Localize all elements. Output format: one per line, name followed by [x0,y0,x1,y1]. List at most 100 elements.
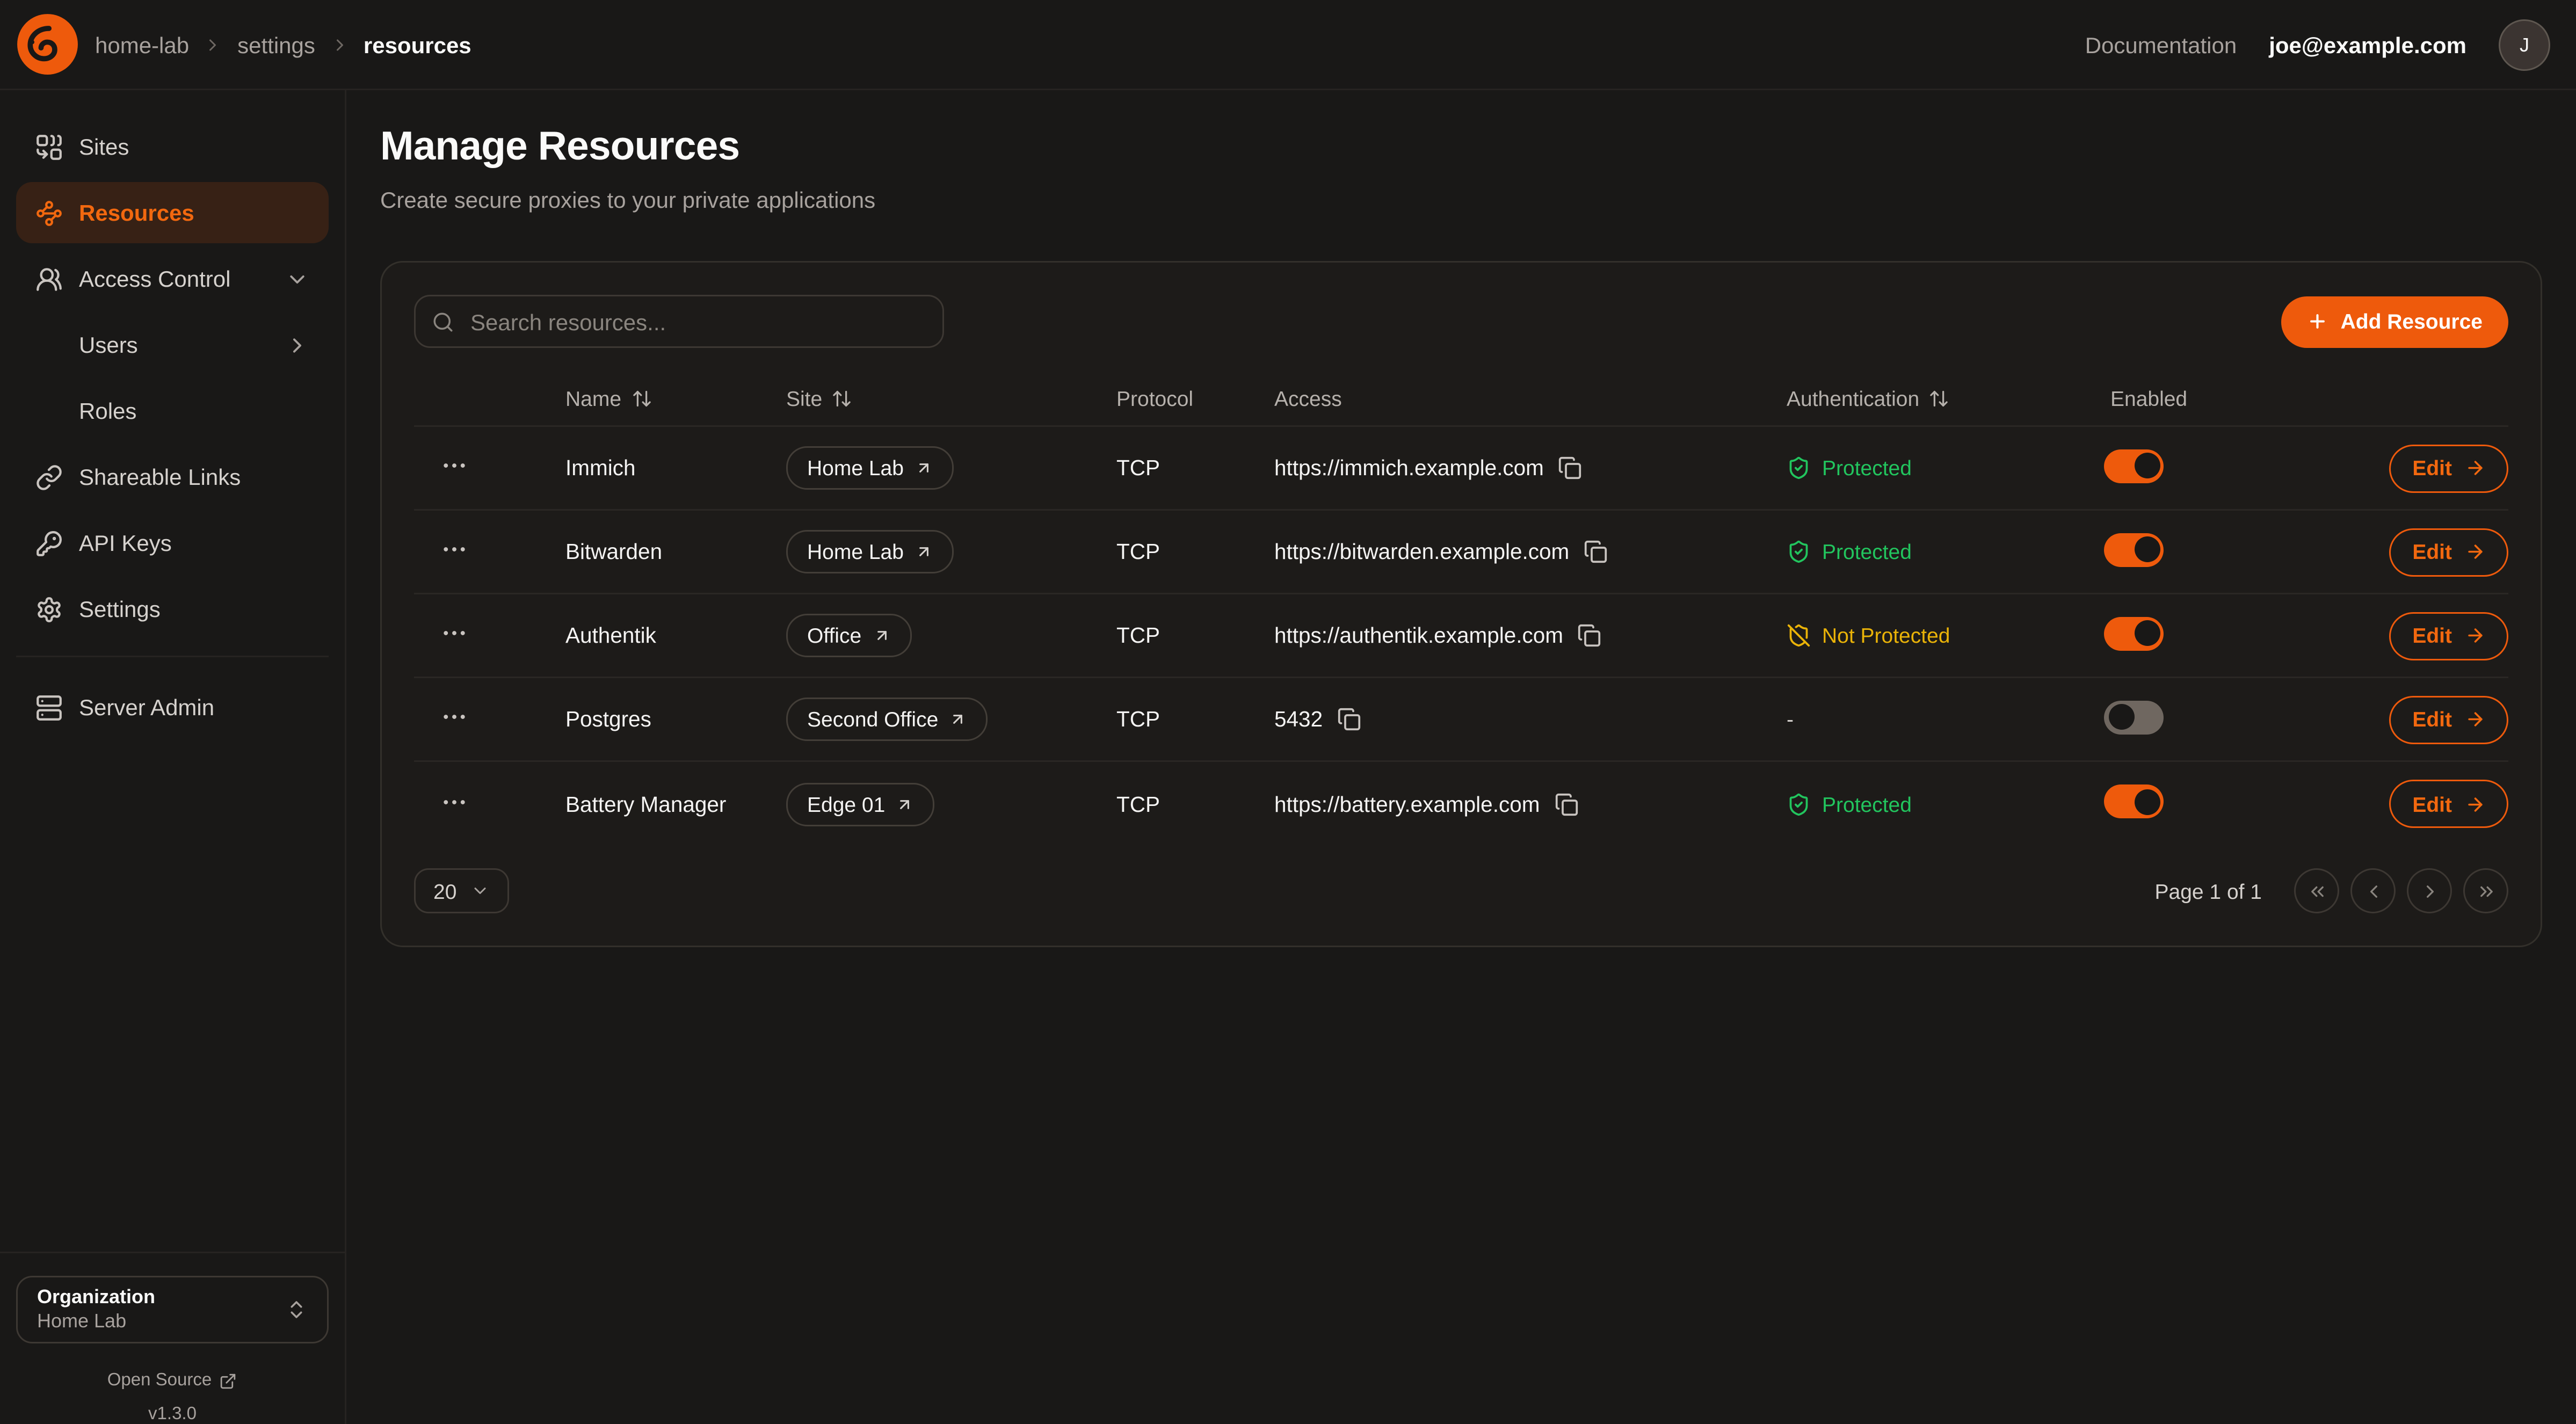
sidebar-footer: Organization Home Lab Open Source v1.3.0 [0,1252,345,1424]
search-input[interactable] [467,307,926,336]
edit-button[interactable]: Edit [2390,612,2508,660]
table-header: Name Site Protocol Access [414,372,2508,427]
arrow-up-right-icon [915,543,933,561]
enabled-toggle[interactable] [2104,616,2164,650]
shield-check-icon [1787,792,1811,816]
users-icon [35,265,63,293]
sidebar-item-shareable-links[interactable]: Shareable Links [16,446,329,507]
breadcrumb-org[interactable]: home-lab [95,32,189,57]
table-row: Authentik Office TCP https://authentik.e… [414,594,2508,678]
table-row: Postgres Second Office TCP 5432 - Edit [414,678,2508,762]
auth-status: Protected [1787,540,2104,564]
sidebar-item-sites[interactable]: Sites [16,116,329,177]
pagination: 20 Page 1 of 1 [414,868,2508,913]
row-actions-menu-button[interactable] [440,451,469,480]
sidebar-item-access-control[interactable]: Access Control [16,248,329,309]
open-source-link[interactable]: Open Source [16,1371,329,1390]
ellipsis-icon [440,619,469,648]
edit-button-label: Edit [2412,540,2452,564]
auth-status: Protected [1787,792,2104,816]
sidebar-item-server-admin[interactable]: Server Admin [16,677,329,738]
sidebar-item-label: Settings [79,596,161,622]
shield-check-icon [1787,456,1811,480]
access-value: https://authentik.example.com [1274,623,1563,648]
access-value: https://immich.example.com [1274,456,1544,480]
sidebar-item-settings[interactable]: Settings [16,578,329,640]
copy-button[interactable] [1584,540,1608,564]
enabled-toggle[interactable] [2104,449,2164,483]
sidebar-item-label: Access Control [79,266,230,292]
key-icon [35,529,63,557]
access-cell: https://immich.example.com [1274,456,1787,480]
plus-icon [2307,311,2328,332]
ellipsis-icon [440,535,469,564]
add-resource-button[interactable]: Add Resource [2281,296,2508,347]
edit-button[interactable]: Edit [2390,528,2508,576]
site-link-badge[interactable]: Home Lab [786,446,954,490]
edit-cell: Edit [2331,528,2508,576]
gear-icon [35,595,63,623]
site-link-badge[interactable]: Second Office [786,698,988,741]
sort-icon [631,388,652,409]
row-actions-menu-button[interactable] [440,535,469,564]
copy-button[interactable] [1337,707,1361,731]
row-actions-menu-button[interactable] [440,702,469,731]
user-email-menu[interactable]: joe@example.com [2269,32,2466,57]
card-toolbar: Add Resource [414,295,2508,348]
enabled-cell [2104,449,2331,488]
sidebar-item-roles[interactable]: Roles [16,380,329,441]
next-page-button[interactable] [2407,868,2452,913]
site-link-badge[interactable]: Office [786,614,911,657]
chevron-right-icon [2419,881,2440,902]
auth-status: Protected [1787,456,2104,480]
avatar[interactable]: J [2499,19,2550,70]
first-page-button[interactable] [2294,868,2339,913]
copy-button[interactable] [1578,623,1602,648]
arrow-up-right-icon [873,627,890,644]
enabled-toggle[interactable] [2104,533,2164,566]
row-actions-menu-button[interactable] [440,619,469,648]
toggle-knob [2134,620,2160,646]
breadcrumb-settings[interactable]: settings [237,32,315,57]
page-size-select[interactable]: 20 [414,868,510,913]
documentation-link[interactable]: Documentation [2085,32,2237,57]
sidebar: Sites Resources Access Control Users Rol… [0,90,346,1424]
edit-button[interactable]: Edit [2390,780,2508,828]
header-site[interactable]: Site [786,387,1116,411]
edit-cell: Edit [2331,612,2508,660]
enabled-toggle[interactable] [2104,784,2164,818]
prev-page-button[interactable] [2350,868,2396,913]
arrow-right-icon [2465,709,2486,730]
row-actions-menu-button[interactable] [440,787,469,816]
organization-label: Organization [37,1285,285,1310]
chevron-right-icon [330,35,349,54]
copy-icon [1584,540,1608,564]
open-source-label: Open Source [107,1371,212,1390]
copy-button[interactable] [1558,456,1583,480]
header-authentication[interactable]: Authentication [1787,387,2104,411]
arrow-right-icon [2465,625,2486,646]
edit-button-label: Edit [2412,456,2452,480]
sidebar-item-label: Roles [79,398,136,424]
header-name-label: Name [565,387,621,411]
access-value: https://battery.example.com [1274,792,1540,816]
header-access: Access [1274,387,1787,411]
sidebar-item-users[interactable]: Users [16,314,329,375]
edit-button[interactable]: Edit [2390,444,2508,492]
pangolin-logo-icon [13,10,82,79]
sidebar-item-api-keys[interactable]: API Keys [16,512,329,573]
resource-protocol: TCP [1116,792,1274,816]
sidebar-item-resources[interactable]: Resources [16,182,329,243]
site-link-badge[interactable]: Home Lab [786,530,954,573]
copy-button[interactable] [1554,792,1578,816]
add-resource-label: Add Resource [2341,309,2483,333]
header-name[interactable]: Name [565,387,786,411]
resources-table: Name Site Protocol Access [414,372,2508,846]
site-link-badge[interactable]: Edge 01 [786,782,935,826]
organization-selector[interactable]: Organization Home Lab [16,1276,329,1343]
last-page-button[interactable] [2463,868,2508,913]
link-icon [35,463,63,491]
enabled-toggle[interactable] [2104,700,2164,734]
auth-status-label: Protected [1822,792,1912,816]
edit-button[interactable]: Edit [2390,695,2508,744]
